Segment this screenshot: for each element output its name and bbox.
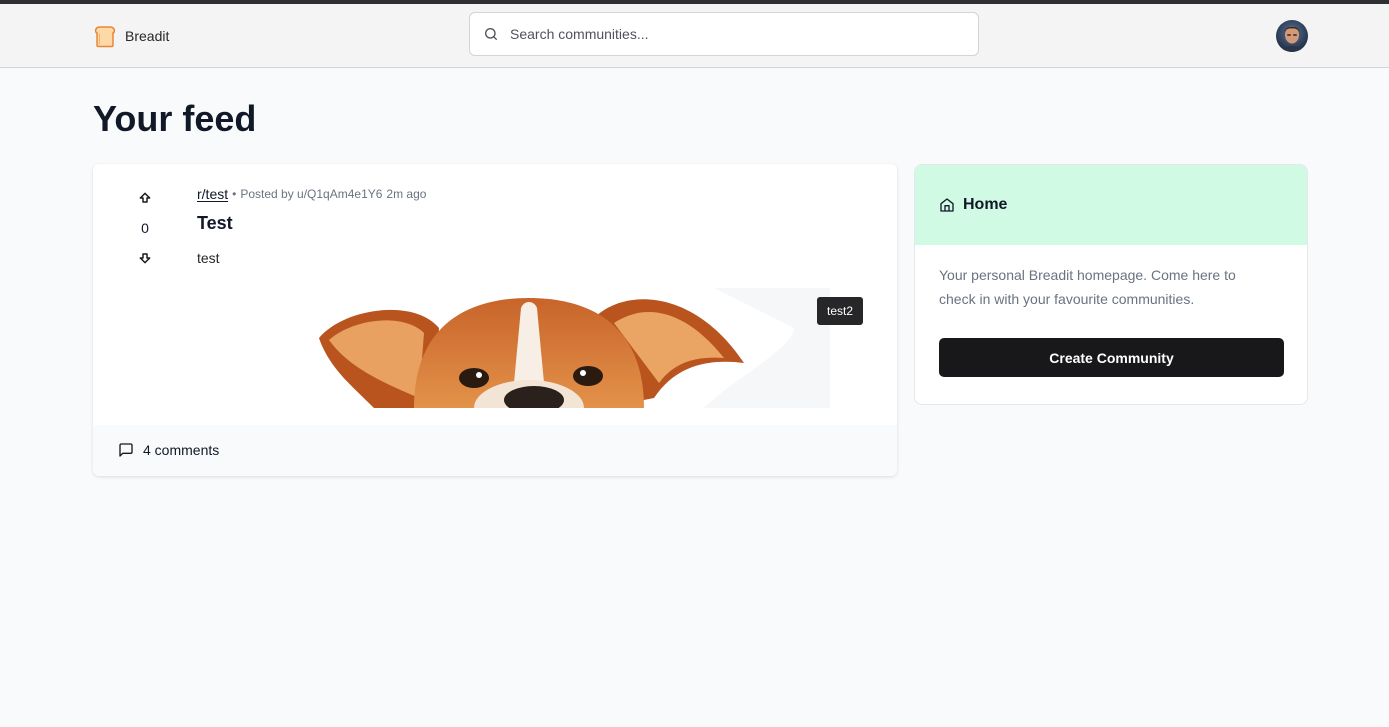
search-input[interactable]: [508, 25, 952, 43]
comments-count: 4 comments: [143, 442, 220, 458]
home-icon: [940, 198, 954, 212]
comments-link[interactable]: 4 comments: [118, 442, 219, 458]
bread-icon: [94, 26, 116, 48]
post-footer: 4 comments: [93, 425, 897, 476]
search-box[interactable]: [469, 12, 979, 56]
logo-text: Breadit: [125, 28, 170, 44]
search-icon: [485, 28, 497, 40]
downvote-button[interactable]: [133, 246, 157, 270]
navbar: Breadit: [0, 4, 1389, 68]
logo-link[interactable]: Breadit: [93, 23, 169, 49]
post-card: 0 r/test • Posted by u/Q1qAm4e1Y6 2m ago…: [93, 164, 897, 476]
sidebar-title: Home: [963, 196, 1008, 213]
post-image: [234, 288, 830, 436]
message-square-icon: [119, 443, 133, 457]
sidebar-description: Your personal Breadit homepage. Come her…: [939, 267, 1236, 307]
post-meta: r/test • Posted by u/Q1qAm4e1Y6 2m ago: [197, 186, 426, 202]
subreddit-link[interactable]: r/test: [197, 186, 228, 202]
user-avatar[interactable]: [1276, 20, 1308, 52]
post-time: 2m ago: [386, 187, 427, 201]
home-sidebar: Home Your personal Breadit homepage. Com…: [914, 164, 1308, 405]
arrow-big-up-icon: [139, 192, 151, 203]
create-community-button[interactable]: Create Community: [939, 338, 1284, 377]
vote-count: 0: [141, 220, 149, 236]
avatar-image: [1276, 20, 1308, 52]
upvote-button[interactable]: [133, 186, 157, 210]
page-title: Your feed: [93, 98, 257, 139]
post-title[interactable]: Test: [197, 213, 233, 234]
meta-separator: •: [232, 187, 237, 201]
sidebar-header: Home: [915, 165, 1307, 245]
image-tooltip: test2: [817, 297, 864, 325]
post-body: test: [197, 250, 220, 266]
dog-image: [234, 288, 830, 436]
post-author: Posted by u/Q1qAm4e1Y6: [240, 187, 383, 201]
arrow-big-down-icon: [139, 253, 151, 264]
vote-column: 0: [133, 186, 157, 270]
